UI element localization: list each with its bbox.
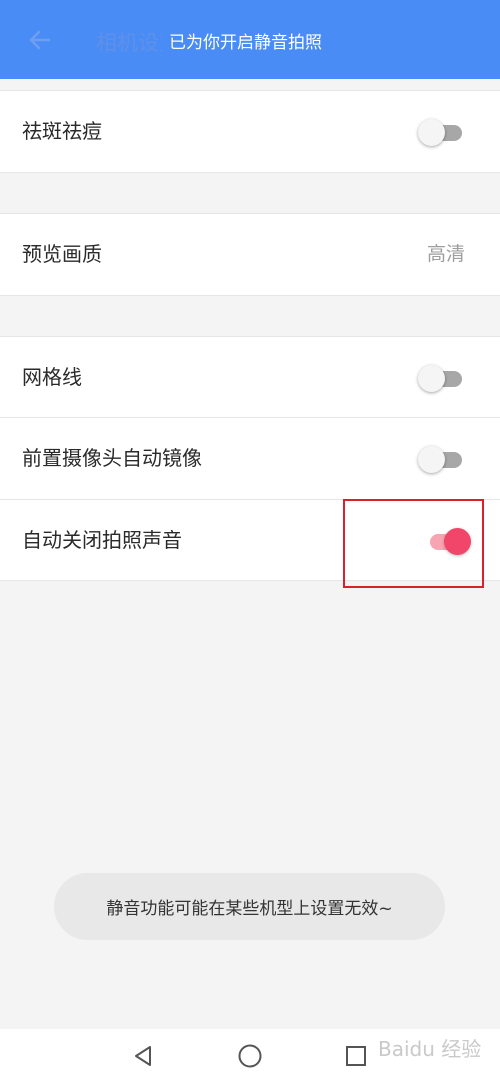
screen: 相机设置 已为你开启静音拍照 祛斑祛痘 预览画质 高清 网格线 前置摄像头自动镜… [0,0,500,1083]
setting-label: 预览画质 [22,242,102,266]
status-toast: 已为你开启静音拍照 [162,14,362,66]
blemish-toggle[interactable] [418,118,464,146]
setting-label: 自动关闭拍照声音 [22,528,182,552]
toggle-knob [418,119,445,146]
circle-home-icon [238,1044,262,1068]
toggle-knob [418,365,445,392]
setting-row-front-mirror[interactable]: 前置摄像头自动镜像 [0,418,500,499]
app-header: 相机设置 已为你开启静音拍照 [0,0,500,79]
nav-back-button[interactable] [128,1041,158,1071]
setting-row-preview-quality[interactable]: 预览画质 高清 [0,214,500,295]
nav-home-button[interactable] [235,1041,265,1071]
preview-quality-value: 高清 [426,243,465,265]
setting-label: 网格线 [22,365,82,389]
setting-label: 祛斑祛痘 [22,119,102,143]
toggle-knob [418,446,445,473]
divider [0,295,500,296]
back-button[interactable] [20,20,60,60]
grid-toggle[interactable] [418,364,464,392]
setting-label: 前置摄像头自动镜像 [22,446,202,470]
bottom-toast: 静音功能可能在某些机型上设置无效~ [54,873,445,940]
setting-row-blemish[interactable]: 祛斑祛痘 [0,91,500,172]
watermark-logo: Baidu 经验 [378,1037,482,1061]
arrow-left-icon [29,30,51,50]
square-recents-icon [346,1046,366,1066]
nav-recents-button[interactable] [341,1041,371,1071]
annotation-highlight-box [343,499,484,588]
divider [0,172,500,173]
setting-row-grid[interactable]: 网格线 [0,337,500,418]
front-mirror-toggle[interactable] [418,445,464,473]
triangle-back-icon [135,1046,151,1066]
